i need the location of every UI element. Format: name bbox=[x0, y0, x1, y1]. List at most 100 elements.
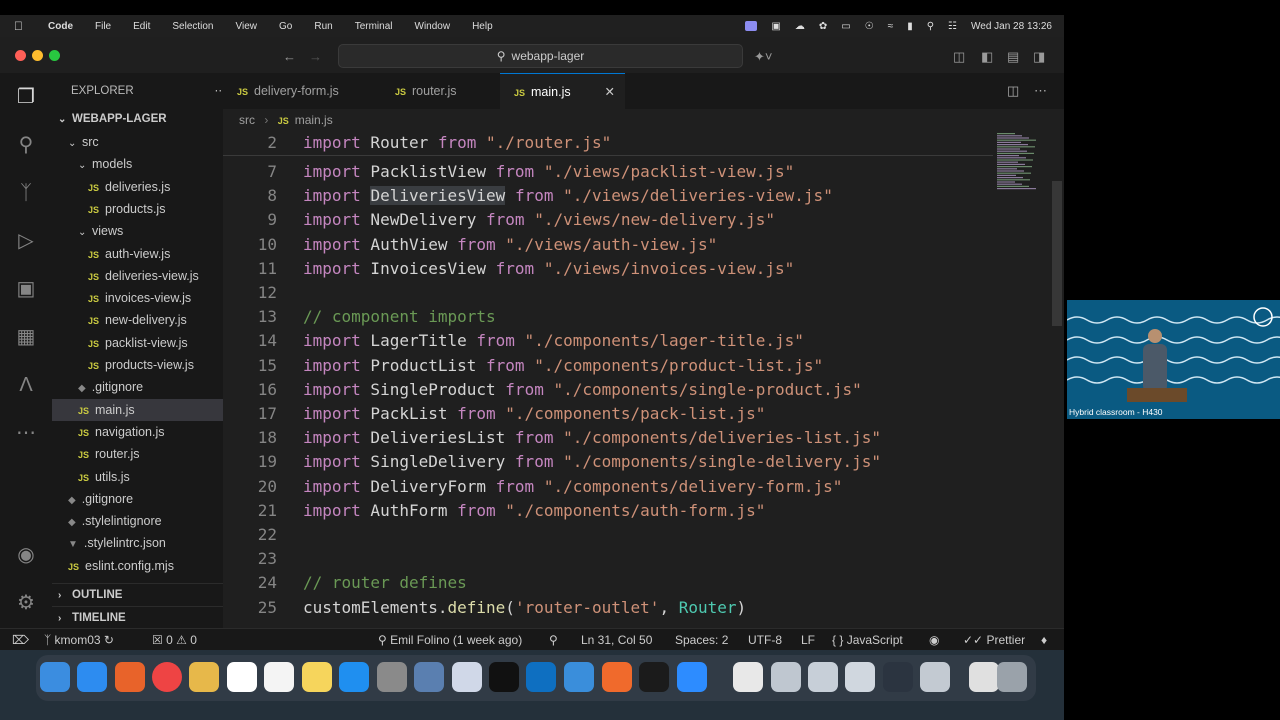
tree-file[interactable]: ◆ .gitignore bbox=[52, 376, 249, 398]
system-settings-icon[interactable] bbox=[377, 662, 407, 692]
back-arrow-icon[interactable]: ← bbox=[283, 49, 296, 64]
cursor-position[interactable]: Ln 31, Col 50 bbox=[581, 629, 652, 651]
customize-layout-icon[interactable]: ◫ bbox=[953, 49, 965, 65]
notifications-bell-icon[interactable]: ♦ bbox=[1041, 629, 1047, 651]
menu-edit[interactable]: Edit bbox=[133, 21, 150, 32]
split-editor-icon[interactable]: ◫ bbox=[1007, 83, 1019, 99]
tree-file[interactable]: ▼ .stylelintrc.json bbox=[52, 532, 239, 554]
safari-icon[interactable] bbox=[77, 662, 107, 692]
tree-file[interactable]: ◆ .stylelintignore bbox=[52, 510, 239, 532]
remote-explorer-icon[interactable]: ▣ bbox=[14, 277, 38, 301]
menu-view[interactable]: View bbox=[236, 21, 258, 32]
chrome-icon[interactable] bbox=[152, 662, 182, 692]
breadcrumb-file[interactable]: main.js bbox=[295, 113, 333, 127]
outline-section[interactable]: › OUTLINE bbox=[52, 583, 229, 606]
terminal-icon[interactable] bbox=[489, 662, 519, 692]
accounts-icon[interactable]: ◉ bbox=[14, 543, 38, 567]
finder-icon[interactable] bbox=[40, 662, 70, 692]
tree-file[interactable]: JS router.js bbox=[52, 443, 249, 465]
source-control-icon[interactable]: ᛉ bbox=[14, 181, 38, 205]
screen-share-icon[interactable] bbox=[745, 21, 758, 31]
code-editor[interactable]: 7 import PacklistView from "./views/packl… bbox=[223, 131, 1064, 628]
git-branch[interactable]: ᛉ kmom03 ↻ bbox=[44, 629, 114, 651]
spotlight-icon[interactable]: ⚲ bbox=[927, 21, 934, 32]
menu-run[interactable]: Run bbox=[314, 21, 332, 32]
copilot-icon[interactable]: ✦˅ bbox=[754, 49, 772, 65]
close-tab-icon[interactable]: ✕ bbox=[605, 74, 615, 110]
firefox-icon[interactable] bbox=[115, 662, 145, 692]
tree-file[interactable]: ◆ .gitignore bbox=[52, 488, 239, 510]
notes-icon[interactable] bbox=[302, 662, 332, 692]
vpn-icon[interactable]: ☉ bbox=[865, 21, 874, 32]
tree-file[interactable]: JS navigation.js bbox=[52, 421, 249, 443]
zoom-app-icon[interactable] bbox=[677, 662, 707, 692]
tab-router[interactable]: JS router.js bbox=[381, 73, 499, 109]
docker-icon[interactable] bbox=[564, 662, 594, 692]
breadcrumb-src[interactable]: src bbox=[239, 113, 255, 127]
editor-scrollbar[interactable] bbox=[1052, 181, 1062, 326]
tree-file[interactable]: JS eslint.config.mjs bbox=[52, 555, 239, 577]
run-debug-icon[interactable]: ▷ bbox=[14, 229, 38, 253]
app-icon[interactable] bbox=[414, 662, 444, 692]
timeline-section[interactable]: › TIMELINE bbox=[52, 606, 229, 629]
menu-file[interactable]: File bbox=[95, 21, 111, 32]
tree-folder[interactable]: ⌄ src bbox=[52, 131, 239, 153]
encoding[interactable]: UTF-8 bbox=[748, 629, 782, 651]
more-actions-icon[interactable]: ⋯ bbox=[1034, 83, 1047, 99]
minimize-window-button[interactable] bbox=[32, 50, 43, 61]
control-center-icon[interactable]: ☷ bbox=[948, 21, 957, 32]
toggle-sidebar-icon[interactable]: ◧ bbox=[981, 49, 993, 65]
tab-main[interactable]: JS main.js ✕ bbox=[500, 73, 625, 109]
zoom-status-icon[interactable]: ▣ bbox=[771, 21, 780, 32]
language-mode[interactable]: { } JavaScript bbox=[832, 629, 903, 651]
document-icon[interactable] bbox=[733, 662, 763, 692]
tree-file[interactable]: JS main.js bbox=[52, 398, 249, 421]
command-center-search[interactable]: ⚲ webapp-lager bbox=[338, 44, 743, 68]
apple-icon[interactable]:  bbox=[14, 19, 30, 33]
activity-monitor-icon[interactable] bbox=[639, 662, 669, 692]
calendar-icon[interactable] bbox=[227, 662, 257, 692]
zoom-window-button[interactable] bbox=[49, 50, 60, 61]
vscode-icon[interactable] bbox=[526, 662, 556, 692]
trash-icon[interactable] bbox=[997, 662, 1027, 692]
git-blame[interactable]: ⚲ Emil Folino (1 week ago) bbox=[378, 629, 522, 651]
line-ending[interactable]: LF bbox=[801, 629, 815, 651]
battery-icon[interactable]: ▮ bbox=[907, 21, 913, 32]
tab-delivery-form[interactable]: JS delivery-form.js bbox=[223, 73, 380, 109]
tree-folder[interactable]: ⌄ views bbox=[52, 220, 249, 242]
prettier-status[interactable]: ✓✓ Prettier bbox=[963, 629, 1025, 651]
forward-arrow-icon[interactable]: → bbox=[309, 49, 322, 64]
more-icon[interactable]: ⋯ bbox=[14, 421, 38, 445]
remote-icon[interactable]: ⌦ bbox=[12, 629, 29, 651]
display-icon[interactable]: ▭ bbox=[841, 21, 850, 32]
app-icon[interactable] bbox=[452, 662, 482, 692]
copilot-status-icon[interactable]: ◉ bbox=[929, 629, 939, 651]
app-store-icon[interactable] bbox=[339, 662, 369, 692]
menu-go[interactable]: Go bbox=[279, 21, 292, 32]
azure-icon[interactable]: Λ bbox=[14, 373, 38, 397]
reminders-icon[interactable] bbox=[264, 662, 294, 692]
menu-terminal[interactable]: Terminal bbox=[355, 21, 393, 32]
problems-indicator[interactable]: ☒ 0 ⚠ 0 bbox=[152, 629, 197, 651]
menu-app-code[interactable]: Code bbox=[48, 21, 73, 32]
sublime-icon[interactable] bbox=[602, 662, 632, 692]
wifi-icon[interactable]: ≈ bbox=[888, 21, 894, 32]
menu-window[interactable]: Window bbox=[415, 21, 451, 32]
toggle-secondary-sidebar-icon[interactable]: ◨ bbox=[1033, 49, 1045, 65]
indentation[interactable]: Spaces: 2 bbox=[675, 629, 728, 651]
zoom-in-icon[interactable]: ⚲ bbox=[549, 629, 558, 651]
close-window-button[interactable] bbox=[15, 50, 26, 61]
colorsync-icon[interactable]: ✿ bbox=[819, 21, 827, 32]
tree-file[interactable]: JS utils.js bbox=[52, 466, 249, 488]
tree-folder[interactable]: ⌄ models bbox=[52, 153, 249, 175]
window-thumbnail-icon[interactable] bbox=[808, 662, 838, 692]
window-thumbnail-icon[interactable] bbox=[883, 662, 913, 692]
menu-selection[interactable]: Selection bbox=[172, 21, 213, 32]
search-icon[interactable]: ⚲ bbox=[14, 133, 38, 157]
explorer-icon[interactable]: ❐ bbox=[14, 85, 38, 109]
menu-help[interactable]: Help bbox=[472, 21, 493, 32]
cloud-icon[interactable]: ☁ bbox=[795, 21, 805, 32]
manage-gear-icon[interactable]: ⚙ bbox=[14, 591, 38, 615]
window-thumbnail-icon[interactable] bbox=[771, 662, 801, 692]
minimap[interactable] bbox=[995, 131, 1041, 191]
